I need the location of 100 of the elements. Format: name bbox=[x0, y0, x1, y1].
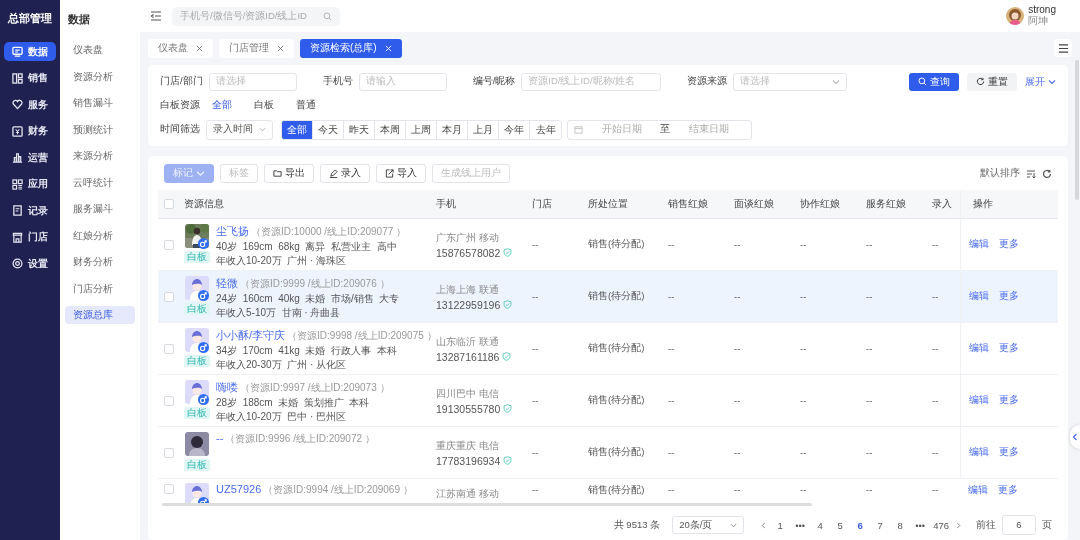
subnav-item[interactable]: 门店分析 bbox=[65, 279, 135, 298]
page-input[interactable]: 6 bbox=[1002, 515, 1036, 535]
range-option[interactable]: 全部 bbox=[282, 120, 313, 139]
table-cell: -- bbox=[734, 484, 741, 495]
range-option[interactable]: 本月 bbox=[437, 120, 468, 139]
toolbar-button[interactable]: 导入 bbox=[376, 164, 426, 183]
action-link[interactable]: 编辑 bbox=[969, 394, 989, 407]
checkbox[interactable] bbox=[164, 239, 174, 250]
checkbox[interactable] bbox=[164, 395, 174, 406]
next-page-icon[interactable] bbox=[955, 521, 962, 529]
checkbox[interactable] bbox=[164, 343, 174, 354]
page-size-select[interactable]: 20条/页 bbox=[672, 516, 745, 534]
nav-item[interactable]: 财务 bbox=[4, 121, 56, 141]
page-tab[interactable]: 资源检索(总库) bbox=[300, 38, 402, 58]
checkbox[interactable] bbox=[164, 199, 174, 209]
nav-item[interactable]: 运营 bbox=[4, 148, 56, 167]
chevron-down-icon bbox=[259, 126, 266, 133]
nav-item[interactable]: 设置 bbox=[4, 254, 56, 273]
range-option[interactable]: 今年 bbox=[499, 120, 530, 139]
table-cell: -- bbox=[532, 343, 539, 354]
resource-ids: （资源ID:9997 /线上ID:209073 ） bbox=[240, 381, 390, 395]
nav-item[interactable]: 应用 bbox=[4, 174, 56, 194]
action-link[interactable]: 更多 bbox=[999, 394, 1019, 407]
tag: 白板 bbox=[184, 407, 210, 419]
subnav-item[interactable]: 销售漏斗 bbox=[65, 94, 135, 112]
resource-name[interactable]: 嗨喽 bbox=[216, 380, 238, 395]
subnav-item[interactable]: 预测统计 bbox=[65, 120, 135, 139]
menu-button[interactable] bbox=[1054, 39, 1072, 57]
action-link[interactable]: 更多 bbox=[999, 290, 1019, 303]
resource-name[interactable]: -- bbox=[216, 432, 224, 444]
nav-item[interactable]: 销售 bbox=[4, 68, 56, 88]
subnav-item[interactable]: 资源分析 bbox=[65, 67, 135, 86]
range-option[interactable]: 上周 bbox=[406, 120, 437, 139]
range-option[interactable]: 上月 bbox=[468, 120, 499, 139]
table-cell: -- bbox=[734, 239, 741, 250]
range-option[interactable]: 今天 bbox=[313, 120, 344, 139]
reset-button[interactable]: 重置 bbox=[967, 72, 1017, 91]
page-number[interactable]: 5 bbox=[833, 519, 848, 531]
resource-name[interactable]: UZ57926 bbox=[216, 483, 262, 495]
resource-name[interactable]: 小小酥/李守庆 bbox=[216, 328, 286, 343]
page-number[interactable]: 7 bbox=[873, 519, 888, 531]
checkbox[interactable] bbox=[164, 291, 174, 302]
action-link[interactable]: 更多 bbox=[999, 238, 1019, 251]
sort-label[interactable]: 默认排序 bbox=[980, 167, 1020, 180]
subnav-item[interactable]: 仪表盘 bbox=[65, 41, 135, 59]
page-number[interactable]: 8 bbox=[893, 519, 908, 531]
range-option[interactable]: 本周 bbox=[375, 120, 406, 139]
table-cell: 销售(待分配) bbox=[588, 484, 645, 497]
page-number[interactable]: 1 bbox=[773, 519, 788, 531]
page-tab[interactable]: 门店管理 bbox=[219, 38, 294, 58]
action-link[interactable]: 更多 bbox=[999, 342, 1019, 355]
close-icon[interactable] bbox=[196, 44, 203, 52]
close-icon[interactable] bbox=[277, 44, 284, 52]
action-link[interactable]: 编辑 bbox=[969, 238, 989, 251]
resource-name[interactable]: 轻微 bbox=[216, 276, 238, 291]
page-number[interactable]: 476 bbox=[933, 519, 949, 531]
subnav-item[interactable]: 红娘分析 bbox=[65, 226, 135, 245]
filter-option[interactable]: 白板 bbox=[254, 99, 274, 112]
checkbox[interactable] bbox=[164, 447, 174, 458]
subnav-item[interactable]: 来源分析 bbox=[65, 147, 135, 165]
subnav-item[interactable]: 云呼统计 bbox=[65, 173, 135, 192]
nav-item[interactable]: 记录 bbox=[4, 201, 56, 220]
toolbar-button[interactable]: 导出 bbox=[264, 164, 314, 183]
action-link[interactable]: 编辑 bbox=[969, 290, 989, 303]
range-option[interactable]: 去年 bbox=[530, 120, 561, 139]
filter-label: 白板资源 bbox=[160, 99, 200, 112]
toolbar-button[interactable]: 录入 bbox=[320, 164, 370, 183]
range-option[interactable]: 昨天 bbox=[344, 120, 375, 139]
select-field[interactable]: 录入时间 bbox=[206, 119, 273, 140]
filter-option[interactable]: 全部 bbox=[212, 99, 232, 112]
collapse-tab[interactable] bbox=[1070, 425, 1080, 449]
table-cell: -- bbox=[932, 447, 939, 458]
scrollbar[interactable] bbox=[162, 503, 812, 506]
page-number[interactable]: ••• bbox=[793, 519, 808, 531]
refresh-icon[interactable] bbox=[1042, 168, 1052, 179]
subnav-item[interactable]: 服务漏斗 bbox=[65, 200, 135, 218]
checkbox[interactable] bbox=[164, 484, 174, 494]
page-number[interactable]: ••• bbox=[913, 519, 928, 531]
nav-item[interactable]: 数据 bbox=[4, 42, 56, 61]
page-number[interactable]: 4 bbox=[813, 519, 828, 531]
collapse-icon[interactable] bbox=[150, 10, 162, 22]
action-link[interactable]: 编辑 bbox=[969, 446, 989, 459]
sort-icon[interactable] bbox=[1026, 168, 1036, 179]
resource-name[interactable]: 尘飞扬 bbox=[216, 224, 249, 239]
action-link[interactable]: 更多 bbox=[998, 484, 1018, 497]
action-link[interactable]: 更多 bbox=[999, 446, 1019, 459]
action-link[interactable]: 编辑 bbox=[969, 342, 989, 355]
subnav-item[interactable]: 财务分析 bbox=[65, 253, 135, 271]
prev-page-icon[interactable] bbox=[760, 521, 768, 529]
page-tab[interactable]: 仪表盘 bbox=[148, 38, 213, 58]
table-cell: -- bbox=[866, 447, 873, 458]
expand-link[interactable]: 展开 bbox=[1025, 74, 1056, 89]
date-range-field[interactable]: 开始日期 至 结束日期 bbox=[567, 119, 752, 140]
subnav-item[interactable]: 资源总库 bbox=[65, 306, 135, 324]
page-number[interactable]: 6 bbox=[853, 519, 868, 531]
nav-item[interactable]: 门店 bbox=[4, 227, 56, 247]
nav-item[interactable]: 服务 bbox=[4, 95, 56, 114]
filter-option[interactable]: 普通 bbox=[296, 99, 316, 112]
action-link[interactable]: 编辑 bbox=[968, 484, 988, 497]
query-button[interactable]: 查询 bbox=[909, 72, 959, 91]
